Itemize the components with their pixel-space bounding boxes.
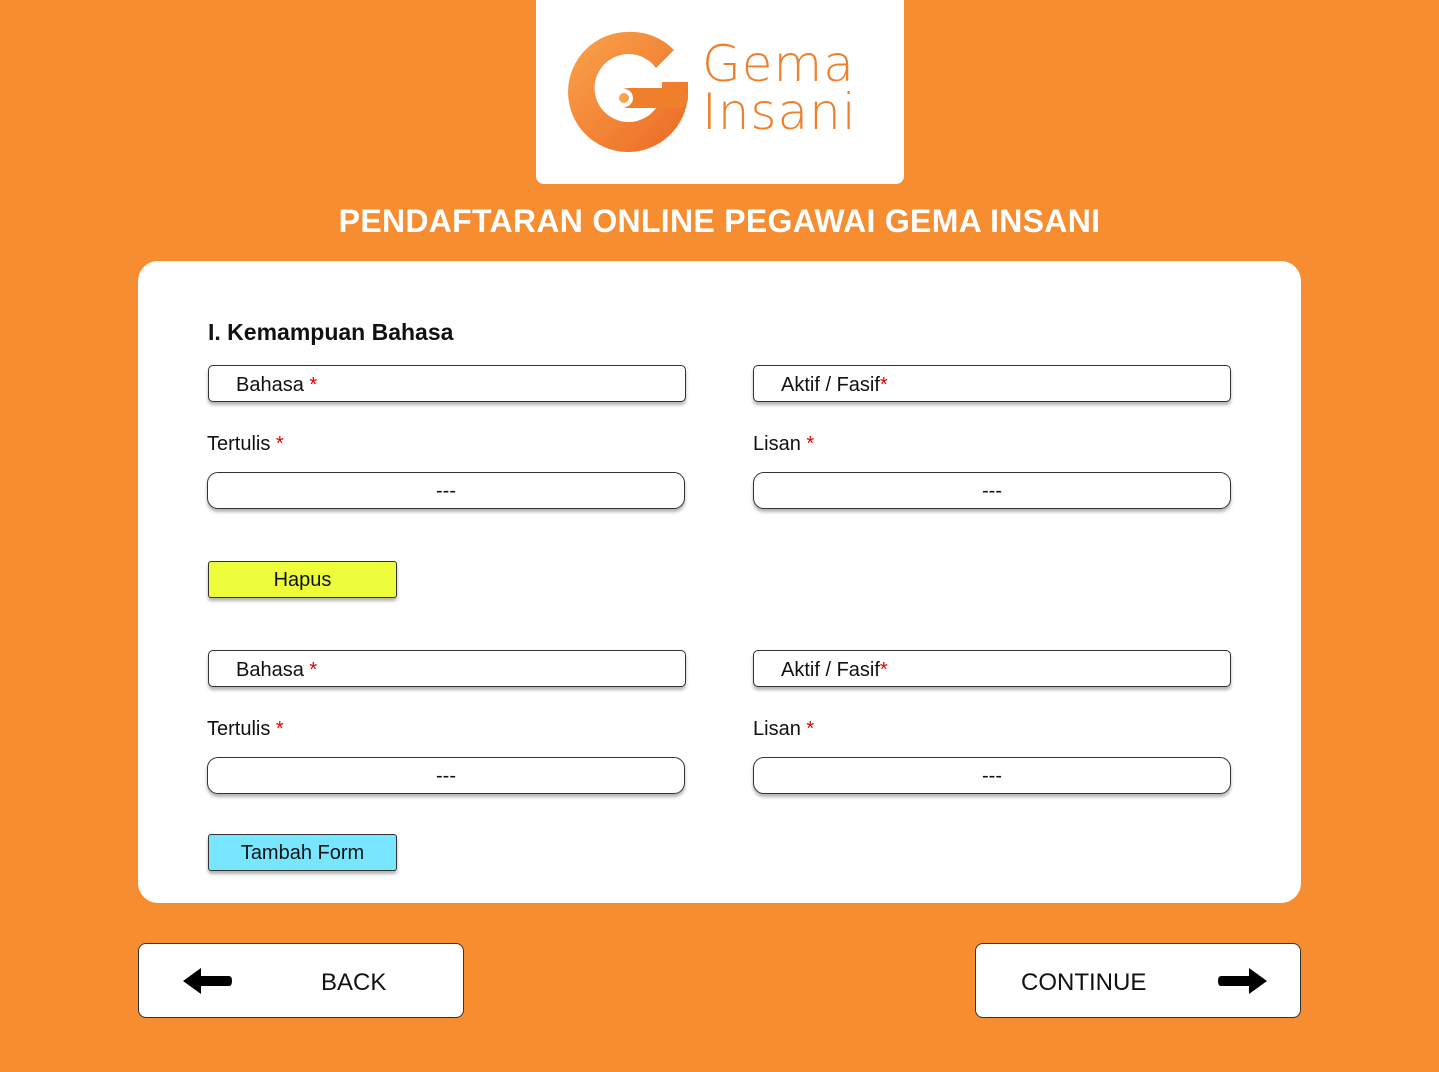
- page-title: PENDAFTARAN ONLINE PEGAWAI GEMA INSANI: [338, 203, 1101, 239]
- required-marker: *: [879, 374, 888, 396]
- continue-button[interactable]: CONTINUE: [975, 943, 1301, 1018]
- lisan-label-1: Lisan *: [753, 433, 815, 455]
- logo-wordmark: Gema Insani: [702, 35, 857, 141]
- arrow-left-icon: [183, 968, 232, 994]
- lisan-label-2: Lisan *: [753, 718, 815, 740]
- bahasa-label: Bahasa: [236, 659, 304, 681]
- required-marker: *: [806, 433, 815, 455]
- hapus-button[interactable]: Hapus: [208, 561, 397, 598]
- tertulis-select-1[interactable]: ---: [207, 472, 685, 509]
- arrow-right-icon: [1218, 968, 1267, 994]
- lisan-select-2[interactable]: ---: [753, 757, 1231, 794]
- aktif-fasif-input-2[interactable]: Aktif / Fasif*: [753, 650, 1231, 687]
- required-marker: *: [275, 433, 284, 455]
- lisan-select-value: ---: [982, 765, 1002, 787]
- bahasa-input-2[interactable]: Bahasa *: [208, 650, 686, 687]
- lisan-select-value: ---: [982, 480, 1002, 502]
- gema-insani-logo-icon: [568, 31, 688, 152]
- form-card: I. Kemampuan Bahasa Bahasa * Aktif / Fas…: [138, 261, 1301, 903]
- tertulis-select-2[interactable]: ---: [207, 757, 685, 794]
- tertulis-label-1: Tertulis *: [207, 433, 284, 455]
- tambah-form-button[interactable]: Tambah Form: [208, 834, 397, 871]
- required-marker: *: [879, 659, 888, 681]
- section-title: I. Kemampuan Bahasa: [208, 319, 454, 345]
- continue-label: CONTINUE: [1021, 969, 1147, 996]
- required-marker: *: [806, 718, 815, 740]
- tertulis-label-2: Tertulis *: [207, 718, 284, 740]
- bahasa-input-1[interactable]: Bahasa *: [208, 365, 686, 402]
- bahasa-label: Bahasa: [236, 374, 304, 396]
- aktif-fasif-label: Aktif / Fasif: [781, 374, 880, 396]
- required-marker: *: [309, 659, 318, 681]
- aktif-fasif-input-1[interactable]: Aktif / Fasif*: [753, 365, 1231, 402]
- back-label: BACK: [321, 969, 387, 996]
- aktif-fasif-label: Aktif / Fasif: [781, 659, 880, 681]
- logo-line-1: Gema: [702, 35, 855, 93]
- tertulis-select-value: ---: [436, 765, 456, 787]
- lisan-select-1[interactable]: ---: [753, 472, 1231, 509]
- back-button[interactable]: BACK: [138, 943, 464, 1018]
- required-marker: *: [309, 374, 318, 396]
- tertulis-select-value: ---: [436, 480, 456, 502]
- required-marker: *: [275, 718, 284, 740]
- logo-header: Gema Insani: [536, 0, 904, 184]
- logo-line-2: Insani: [702, 83, 857, 141]
